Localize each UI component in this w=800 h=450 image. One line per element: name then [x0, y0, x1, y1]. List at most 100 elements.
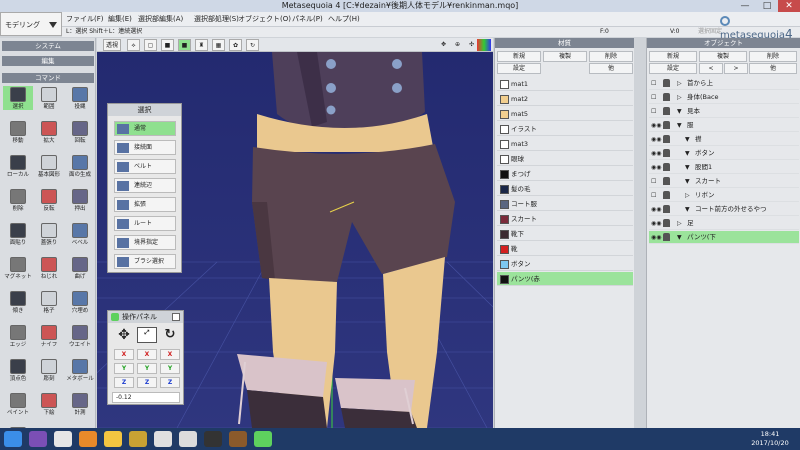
- material-settings-button[interactable]: 設定: [497, 63, 541, 74]
- tool-vertex-color[interactable]: 頂点色: [3, 358, 33, 382]
- object-item[interactable]: ☐ ▷ 首から上: [649, 77, 799, 90]
- tool-bevel[interactable]: ベベル: [65, 222, 95, 246]
- tool-lasso[interactable]: 投縄: [65, 86, 95, 110]
- object-item[interactable]: ◉◉ ▼ 股間1: [649, 161, 799, 174]
- perspective-button[interactable]: 透視: [103, 39, 121, 51]
- move-icon[interactable]: ✥: [114, 327, 134, 343]
- eye-icon[interactable]: ◉◉: [651, 122, 661, 129]
- tool-knife[interactable]: ナイフ: [34, 324, 64, 348]
- material-item[interactable]: イラスト: [497, 122, 633, 136]
- checkbox-icon[interactable]: ☐: [651, 178, 660, 185]
- object-prev-button[interactable]: <: [699, 63, 723, 74]
- tool-twist[interactable]: ねじれ: [34, 256, 64, 280]
- checkbox-icon[interactable]: ☐: [651, 80, 660, 87]
- material-item[interactable]: mat3: [497, 137, 633, 151]
- tool-cap[interactable]: 蓋張り: [34, 222, 64, 246]
- object-item[interactable]: ◉◉ ▷ 足: [649, 217, 799, 230]
- view-frame-icon[interactable]: ▢: [144, 39, 157, 51]
- lock-icon[interactable]: [663, 93, 670, 101]
- material-item[interactable]: 眼球: [497, 152, 633, 166]
- blender-icon[interactable]: [79, 431, 97, 447]
- material-item[interactable]: ボタン: [497, 257, 633, 271]
- lock-icon[interactable]: [663, 121, 670, 129]
- tool-flip[interactable]: 反転: [34, 188, 64, 212]
- tool-rotate[interactable]: 回転: [65, 120, 95, 144]
- menu-file[interactable]: ファイル(F): [66, 14, 104, 24]
- tool-extrude[interactable]: 押出: [65, 188, 95, 212]
- eye-icon[interactable]: ◉◉: [651, 220, 661, 227]
- object-new-button[interactable]: 新規: [649, 51, 697, 62]
- tool-delete[interactable]: 削除: [3, 188, 33, 212]
- system-header[interactable]: システム: [2, 41, 94, 51]
- expand-down-icon[interactable]: ▼: [677, 105, 682, 118]
- view-bone-icon[interactable]: ♜: [195, 39, 208, 51]
- tool-lattice[interactable]: 格子: [34, 290, 64, 314]
- lock-icon[interactable]: [663, 219, 670, 227]
- menu-selection-edit[interactable]: 選択部編集(A): [138, 14, 183, 24]
- view-wire-icon[interactable]: ⟡: [127, 39, 140, 51]
- tool-underlay[interactable]: 下絵: [34, 392, 64, 416]
- sai-icon[interactable]: [229, 431, 247, 447]
- app-y-icon[interactable]: [129, 431, 147, 447]
- explorer-icon[interactable]: [104, 431, 122, 447]
- lock-icon[interactable]: [663, 107, 670, 115]
- lock-icon[interactable]: [663, 191, 670, 199]
- material-other-button[interactable]: 他: [589, 63, 633, 74]
- object-item[interactable]: ◉◉ ▼ コート前方の外せるやつ: [649, 203, 799, 216]
- unity-icon[interactable]: [54, 431, 72, 447]
- zoom-icon[interactable]: ⊕: [451, 39, 464, 51]
- selection-mode-item[interactable]: 拡張: [114, 197, 176, 212]
- refresh-icon[interactable]: ↻: [246, 39, 259, 51]
- menu-edit[interactable]: 編集(E): [108, 14, 132, 24]
- app-s-icon[interactable]: [154, 431, 172, 447]
- close-button[interactable]: ✕: [778, 0, 800, 12]
- tool-weight[interactable]: ウエイト: [65, 324, 95, 348]
- fix-selection-button[interactable]: 選択固定: [698, 27, 722, 37]
- expand-down-icon[interactable]: ▼: [677, 119, 682, 132]
- object-item[interactable]: ◉◉ ▼ 服: [649, 119, 799, 132]
- expand-down-icon[interactable]: ▼: [685, 147, 690, 160]
- eye-icon[interactable]: ◉◉: [651, 136, 661, 143]
- tool-local[interactable]: ローカル: [3, 154, 33, 178]
- material-delete-button[interactable]: 削除: [589, 51, 633, 62]
- scale-z-button[interactable]: Z: [137, 377, 157, 388]
- move-y-button[interactable]: Y: [114, 363, 134, 374]
- minimize-button[interactable]: —: [734, 0, 756, 12]
- tool-primitive[interactable]: 基本図形: [34, 154, 64, 178]
- checkbox-icon[interactable]: ☐: [651, 94, 660, 101]
- view-shade-icon[interactable]: ■: [178, 39, 191, 51]
- expand-down-icon[interactable]: ▼: [685, 175, 690, 188]
- material-item[interactable]: 靴: [497, 242, 633, 256]
- mode-dropdown[interactable]: モデリング: [0, 12, 62, 36]
- pan-icon[interactable]: ✥: [437, 39, 450, 51]
- material-item[interactable]: mat1: [497, 77, 633, 91]
- rotate-z-button[interactable]: Z: [160, 377, 180, 388]
- eye-icon[interactable]: ◉◉: [651, 206, 661, 213]
- menu-selection-process[interactable]: 選択部処理(S): [194, 14, 239, 24]
- object-item[interactable]: ☐ ▼ スカート: [649, 175, 799, 188]
- tool-sculpt[interactable]: 彫刻: [34, 358, 64, 382]
- app-dark-icon[interactable]: [204, 431, 222, 447]
- object-item[interactable]: ◉◉ ▼ ボタン: [649, 147, 799, 160]
- tool-bend[interactable]: 曲げ: [65, 256, 95, 280]
- scale-x-button[interactable]: X: [137, 349, 157, 360]
- menu-object[interactable]: オブジェクト(O): [238, 14, 291, 24]
- panel-close-icon[interactable]: [172, 313, 180, 321]
- scale-y-button[interactable]: Y: [137, 363, 157, 374]
- expand-down-icon[interactable]: ▼: [685, 133, 690, 146]
- lock-icon[interactable]: [663, 135, 670, 143]
- material-duplicate-button[interactable]: 複製: [543, 51, 587, 62]
- expand-down-icon[interactable]: ▼: [685, 161, 690, 174]
- menu-help[interactable]: ヘルプ(H): [328, 14, 360, 24]
- tool-metaball[interactable]: メタボール: [65, 358, 95, 382]
- app-img-icon[interactable]: [179, 431, 197, 447]
- selection-mode-item[interactable]: ベルト: [114, 159, 176, 174]
- selection-mode-item[interactable]: ルート: [114, 216, 176, 231]
- tool-fill[interactable]: 穴埋め: [65, 290, 95, 314]
- gear-icon[interactable]: ✿: [229, 39, 242, 51]
- lock-icon[interactable]: [663, 149, 670, 157]
- object-other-button[interactable]: 他: [749, 63, 797, 74]
- lock-icon[interactable]: [663, 177, 670, 185]
- eye-icon[interactable]: ◉◉: [651, 234, 661, 241]
- tool-tilt[interactable]: 傾き: [3, 290, 33, 314]
